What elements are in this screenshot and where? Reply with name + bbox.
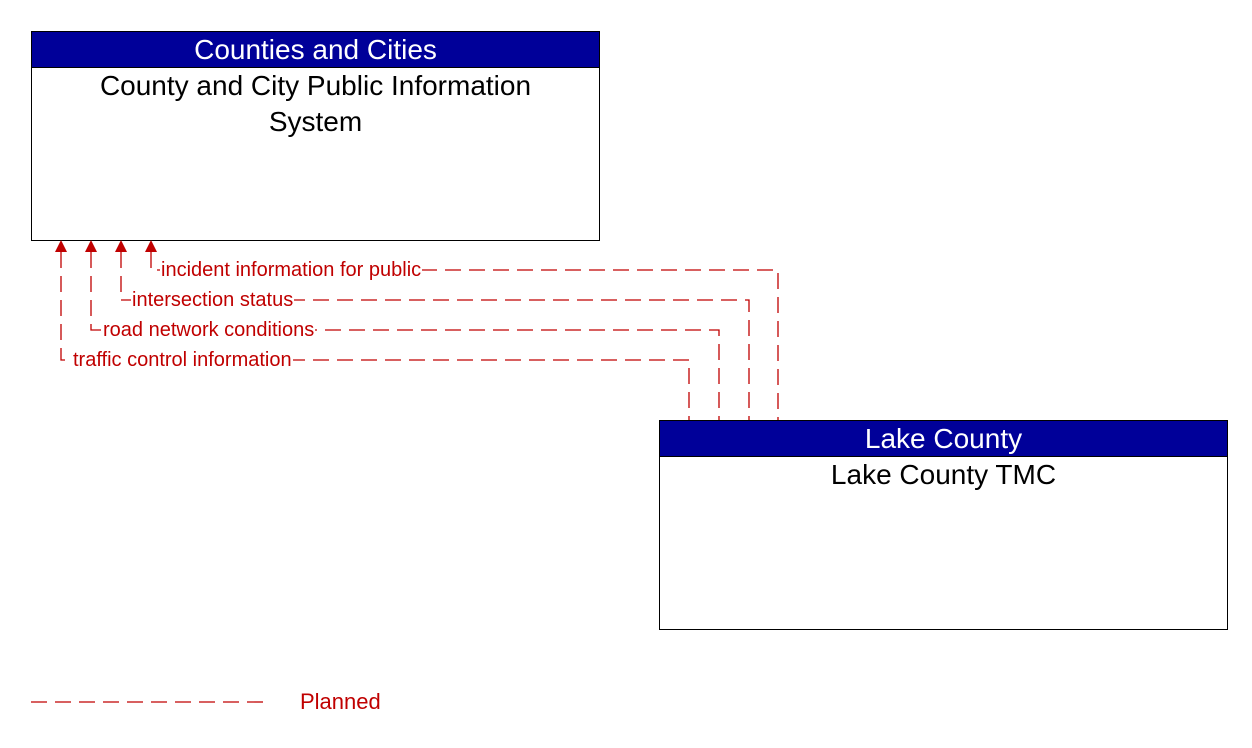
flow-lines: [31, 240, 779, 703]
flow-label-intersection-status[interactable]: intersection status: [131, 289, 295, 311]
flow-label-incident-information[interactable]: incident information for public: [160, 259, 423, 281]
arrowhead-icon: [85, 240, 97, 252]
legend-label-planned: Planned: [300, 689, 381, 714]
arrowhead-icon: [145, 240, 157, 252]
arrowhead-icon: [55, 240, 67, 252]
flow-label-road-network-conditions[interactable]: road network conditions: [102, 319, 316, 341]
arrowhead-icon: [115, 240, 127, 252]
flow-label-traffic-control-information[interactable]: traffic control information: [72, 349, 293, 371]
